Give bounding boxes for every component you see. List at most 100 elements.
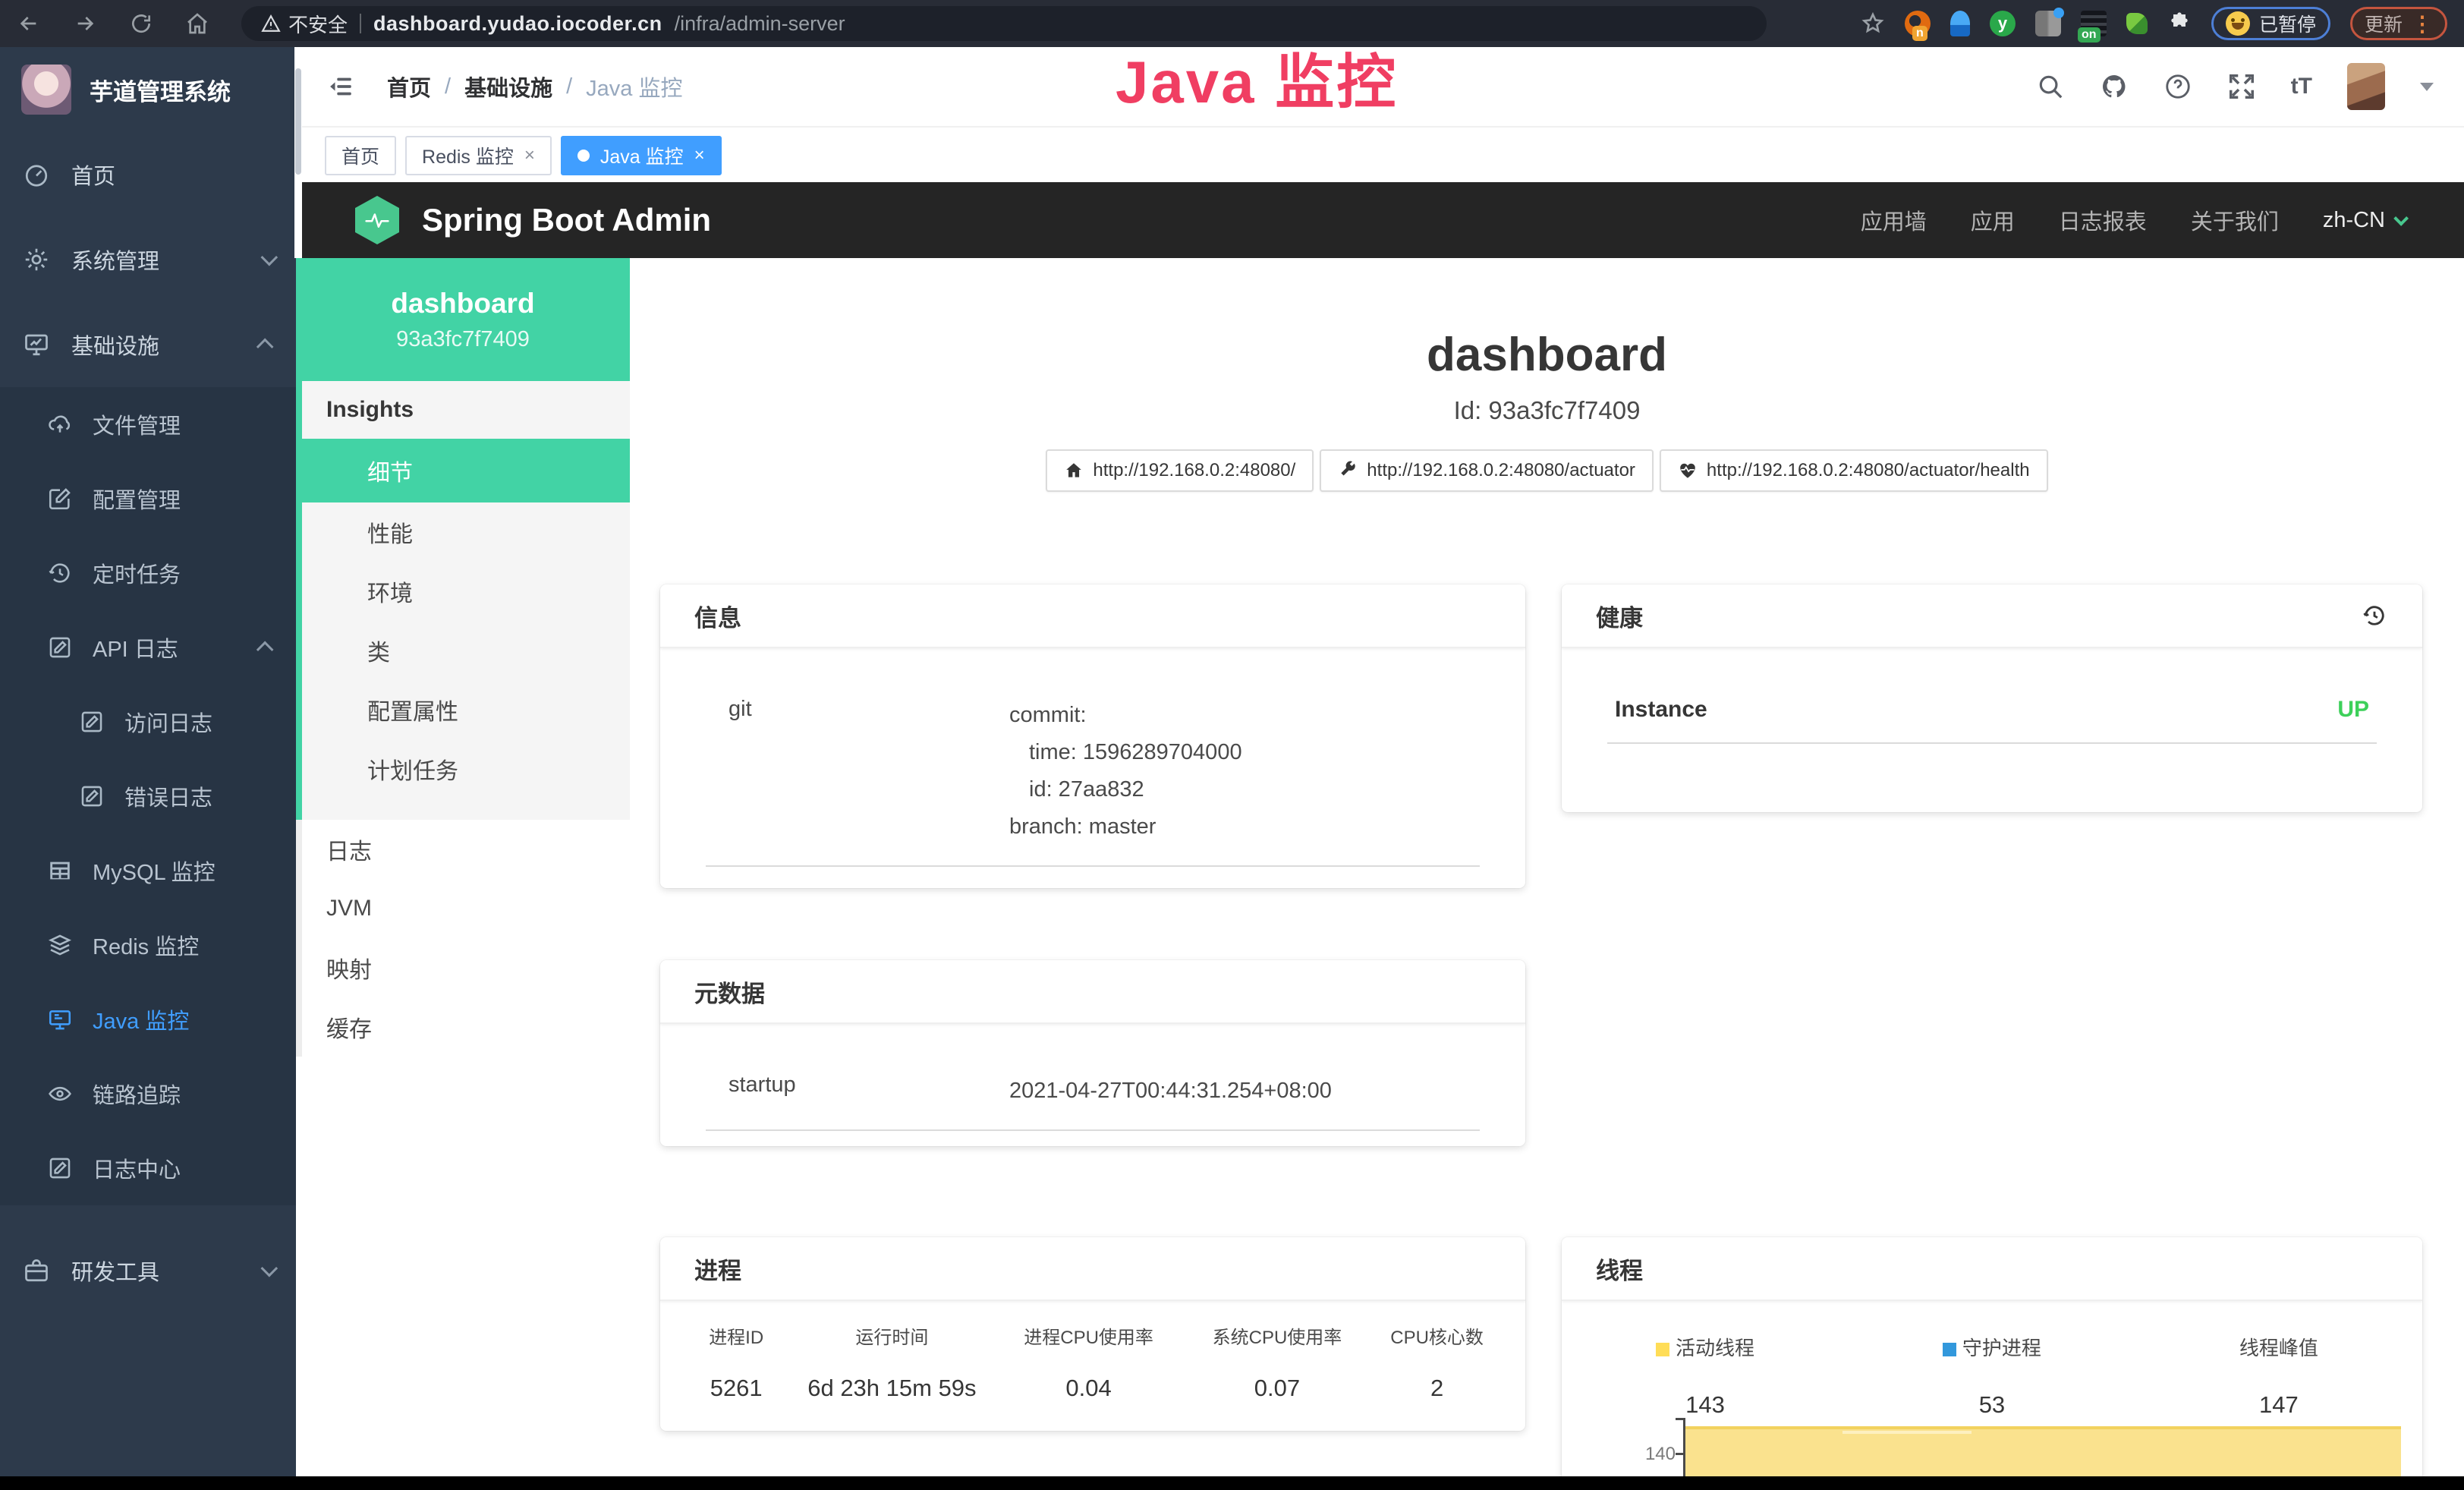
sba-nav-about[interactable]: 关于我们 (2191, 204, 2279, 236)
endpoint-actuator-button[interactable]: http://192.168.0.2:48080/actuator (1320, 449, 1654, 492)
endpoint-health-button[interactable]: http://192.168.0.2:48080/actuator/health (1660, 449, 2048, 492)
sba-title[interactable]: Spring Boot Admin (422, 202, 711, 238)
sidebar-item-api-log[interactable]: API 日志 (0, 610, 296, 685)
scrollbar[interactable] (294, 47, 302, 258)
legend-peak-value: 147 (2135, 1391, 2422, 1419)
extension-pin-icon[interactable] (1950, 11, 1970, 36)
page-title: dashboard (630, 328, 2464, 382)
endpoint-home-button[interactable]: http://192.168.0.2:48080/ (1046, 449, 1314, 492)
info-row-git: git commit: time: 1596289704000 id: 27aa… (706, 671, 1480, 867)
metadata-key: startup (706, 1073, 1009, 1110)
home-icon[interactable] (185, 11, 209, 36)
scrollbar-thumb[interactable] (295, 68, 301, 175)
threads-legend: 活动线程 143 守护进程 53 线程峰值 147 (1562, 1301, 2422, 1419)
history-icon[interactable] (2361, 602, 2388, 629)
breadcrumb-infra[interactable]: 基础设施 (464, 71, 552, 102)
app-logo-row[interactable]: 芋道管理系统 (0, 47, 296, 132)
avatar[interactable] (2347, 63, 2385, 110)
insights-item-details[interactable]: 细节 (302, 439, 630, 502)
info-value: commit: time: 1596289704000 id: 27aa832 … (1009, 697, 1242, 846)
browser-menu-icon[interactable]: ⋮ (2412, 11, 2433, 36)
card-health-title: 健康 (1596, 599, 1643, 633)
sidebar-item-access-log[interactable]: 访问日志 (0, 685, 296, 759)
status-badge: UP (2337, 697, 2369, 723)
sba-nav-journal[interactable]: 日志报表 (2059, 204, 2147, 236)
breadcrumb-home[interactable]: 首页 (387, 71, 431, 102)
card-info: 信息 git commit: time: 1596289704000 id: 2… (660, 584, 1525, 888)
forward-icon[interactable] (73, 11, 97, 36)
update-button[interactable]: 更新 ⋮ (2350, 7, 2447, 40)
sidebar-item-redis-monitor[interactable]: Redis 监控 (0, 908, 296, 982)
close-icon[interactable]: × (694, 145, 705, 166)
insights-item-scheduled-tasks[interactable]: 计划任务 (302, 739, 630, 799)
toolbox-icon (23, 1257, 50, 1284)
sidebar-item-label: 配置管理 (93, 483, 181, 515)
tab-redis-monitor[interactable]: Redis 监控 × (405, 136, 552, 175)
sidebar-item-label: 基础设施 (71, 329, 159, 361)
font-size-icon[interactable]: tT (2291, 74, 2312, 99)
extension-list-icon[interactable]: on (2081, 11, 2107, 36)
bookmark-star-icon[interactable] (1861, 11, 1885, 36)
divider (360, 14, 361, 33)
address-bar[interactable]: 不安全 dashboard.yudao.iocoder.cn/infra/adm… (241, 6, 1767, 41)
sidebar-item-file-manage[interactable]: 文件管理 (0, 387, 296, 461)
screen-bottom-strip (0, 1476, 2464, 1490)
monitor-chart-icon (23, 331, 50, 358)
help-icon[interactable] (2163, 72, 2192, 101)
tab-home[interactable]: 首页 (325, 136, 396, 175)
insights-item-environment[interactable]: 环境 (302, 562, 630, 621)
sidebar-item-home[interactable]: 首页 (0, 132, 296, 217)
hamburger-icon[interactable] (326, 74, 357, 99)
sidebar-item-tracing[interactable]: 链路追踪 (0, 1057, 296, 1131)
sidebar-item-java-monitor[interactable]: Java 监控 (0, 982, 296, 1057)
back-icon[interactable] (17, 11, 41, 36)
main-area: 首页 / 基础设施 / Java 监控 tT 首页 Redis 监控 × Jav… (296, 47, 2464, 1476)
insights-item-metrics[interactable]: 性能 (302, 502, 630, 562)
instance-item-caches[interactable]: 缓存 (296, 997, 630, 1057)
app-logo-image (21, 65, 71, 115)
reload-icon[interactable] (129, 11, 153, 36)
user-menu-caret-icon[interactable] (2420, 83, 2434, 91)
instance-item-mappings[interactable]: 映射 (296, 938, 630, 997)
sba-nav-wallboard[interactable]: 应用墙 (1861, 204, 1927, 236)
sidebar-item-mysql-monitor[interactable]: MySQL 监控 (0, 833, 296, 908)
heart-pulse-icon (1678, 461, 1698, 480)
process-value-cores: 2 (1371, 1375, 1503, 1402)
instance-content: dashboard Id: 93a3fc7f7409 http://192.16… (630, 258, 2464, 1476)
insights-item-config-props[interactable]: 配置属性 (302, 680, 630, 739)
extension-y-icon[interactable]: y (1990, 11, 2016, 36)
sidebar-item-error-log[interactable]: 错误日志 (0, 759, 296, 833)
insights-item-classes[interactable]: 类 (302, 621, 630, 680)
instance-item-logs[interactable]: 日志 (296, 820, 630, 879)
fullscreen-icon[interactable] (2227, 72, 2256, 101)
sidebar-item-log-center[interactable]: 日志中心 (0, 1131, 296, 1205)
instance-id: 93a3fc7f7409 (396, 327, 530, 352)
extension-grid-icon[interactable] (2035, 11, 2061, 36)
app-sidebar: 芋道管理系统 首页 系统管理 基础设施 文件管理 配置管理 定时任务 API 日… (0, 47, 296, 1476)
sidebar-item-config-manage[interactable]: 配置管理 (0, 461, 296, 536)
sidebar-item-scheduled-jobs[interactable]: 定时任务 (0, 536, 296, 610)
sba-nav-applications[interactable]: 应用 (1971, 204, 2015, 236)
sidebar-item-label: API 日志 (93, 632, 178, 663)
chevron-down-icon (2393, 211, 2409, 226)
chevron-down-icon (261, 1260, 278, 1277)
card-health: 健康 Instance UP (1562, 584, 2422, 812)
search-icon[interactable] (2036, 72, 2065, 101)
paused-indicator[interactable]: 已暂停 (2211, 7, 2330, 40)
github-icon[interactable] (2100, 72, 2129, 101)
sidebar-item-label: 链路追踪 (93, 1078, 181, 1110)
extension-leaf-icon[interactable] (2126, 13, 2148, 34)
sidebar-item-dev-tools[interactable]: 研发工具 (0, 1228, 296, 1313)
sidebar-item-infra[interactable]: 基础设施 (0, 302, 296, 387)
puzzle-extensions-icon[interactable] (2167, 11, 2192, 36)
extension-colorzilla-icon[interactable]: n (1905, 11, 1931, 36)
url-path: /infra/admin-server (675, 12, 845, 36)
sidebar-item-system[interactable]: 系统管理 (0, 217, 296, 302)
close-icon[interactable]: × (524, 145, 535, 166)
card-metadata-title: 元数据 (660, 960, 1525, 1024)
pencil-square-icon (47, 486, 73, 512)
instance-item-jvm[interactable]: JVM (296, 879, 630, 938)
sba-language-select[interactable]: zh-CN (2323, 208, 2405, 233)
tab-java-monitor[interactable]: Java 监控 × (561, 136, 722, 175)
breadcrumb-current: Java 监控 (586, 71, 682, 102)
